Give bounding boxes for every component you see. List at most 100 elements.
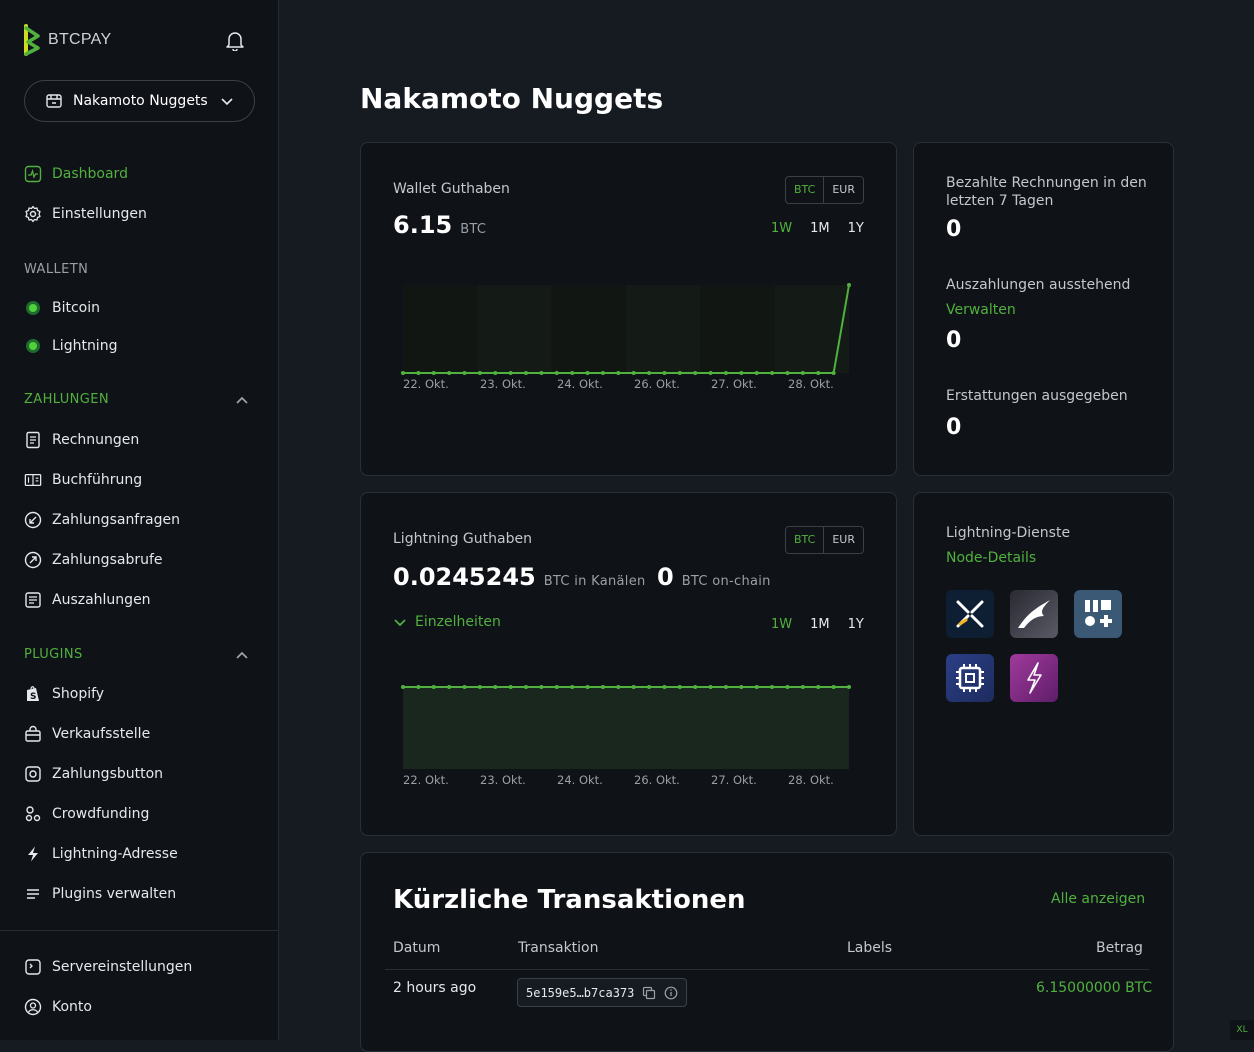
view-all-transactions-link[interactable]: Alle anzeigen: [1051, 891, 1145, 907]
nav-crowdfunding[interactable]: Crowdfunding: [24, 802, 149, 826]
range-1w-button[interactable]: 1W: [771, 617, 792, 632]
lightning-currency-toggle[interactable]: BTC EUR: [785, 526, 864, 554]
transaction-id: 5e159e5…b7ca373: [526, 985, 635, 1000]
chart-band: [551, 285, 626, 373]
nav-invoices-label: Rechnungen: [52, 432, 140, 448]
nav-accounting[interactable]: Buchführung: [24, 468, 142, 492]
chart-band: [774, 285, 849, 373]
nav-payment-requests[interactable]: Zahlungsanfragen: [24, 508, 180, 532]
chart-tick-label: 28. Okt.: [788, 773, 834, 787]
paid-invoices-label: Bezahlte Rechnungen in den letzten 7 Tag…: [946, 175, 1147, 209]
store-icon: [46, 94, 62, 108]
wallet-currency-toggle[interactable]: BTC EUR: [785, 176, 864, 204]
chart-band: [477, 285, 552, 373]
nav-dashboard[interactable]: Dashboard: [24, 162, 128, 186]
range-1m-button[interactable]: 1M: [810, 221, 830, 236]
chart-point: [662, 371, 667, 375]
range-1y-button[interactable]: 1Y: [848, 221, 864, 236]
ride-the-lightning-icon[interactable]: [946, 590, 994, 638]
currency-eur-button[interactable]: EUR: [824, 177, 863, 203]
chevron-up-icon[interactable]: [234, 393, 250, 409]
brand-name: BTCPAY: [48, 31, 112, 48]
chart-point: [570, 685, 575, 689]
lightning-channels-value: 0.0245245: [393, 563, 536, 591]
lightning-node-icon[interactable]: [946, 654, 994, 702]
range-1m-button[interactable]: 1M: [810, 617, 830, 632]
wallet-balance-unit: BTC: [460, 222, 487, 237]
chart-point: [800, 371, 805, 375]
lightning-apps-icon[interactable]: [1074, 590, 1122, 638]
lightning-onchain-value: 0: [657, 563, 674, 591]
lightning-range-selector[interactable]: 1W 1M 1Y: [771, 617, 864, 632]
nav-pull-payments[interactable]: Zahlungsabrufe: [24, 548, 163, 572]
nav-accounting-label: Buchführung: [52, 472, 143, 488]
nav-pay-button[interactable]: Zahlungsbutton: [24, 762, 163, 786]
wallet-balance-card: Wallet Guthaben 6.15 BTC BTC EUR 1W 1M 1…: [360, 142, 897, 476]
info-icon[interactable]: [664, 986, 678, 1000]
chart-point: [493, 371, 498, 375]
chart-band: [700, 285, 775, 373]
chart-tick-label: 22. Okt.: [403, 773, 449, 787]
transaction-id-chip[interactable]: 5e159e5…b7ca373: [517, 978, 688, 1007]
nav-lightning-address[interactable]: Lightning-Adresse: [24, 842, 178, 866]
lnbits-icon[interactable]: [1010, 654, 1058, 702]
manage-payouts-link[interactable]: Verwalten: [946, 302, 1016, 320]
chart-band: [403, 285, 478, 373]
nav-pay-button-label: Zahlungsbutton: [52, 766, 164, 782]
page-title: Nakamoto Nuggets: [360, 82, 664, 115]
nav-shopify[interactable]: S Shopify: [24, 682, 104, 706]
nav-invoices[interactable]: Rechnungen: [24, 428, 139, 452]
transaction-amount: 6.15000000 BTC: [1036, 980, 1153, 996]
breakpoint-badge: XL: [1230, 1020, 1254, 1040]
currency-eur-button[interactable]: EUR: [824, 527, 863, 553]
notifications-bell-icon[interactable]: [224, 29, 246, 52]
refunds-label: Erstattungen ausgegeben: [946, 388, 1128, 404]
range-1w-button[interactable]: 1W: [771, 221, 792, 236]
lightning-bolt-icon: [24, 845, 42, 863]
nav-wallet-lightning[interactable]: Lightning: [24, 334, 117, 358]
transaction-date: 2 hours ago: [393, 980, 477, 996]
btcpay-logo[interactable]: BTCPAY: [24, 24, 111, 56]
shopping-bag-icon: [24, 725, 42, 743]
nav-shopify-label: Shopify: [52, 686, 105, 702]
nav-account-label: Konto: [52, 999, 92, 1015]
chevron-up-icon[interactable]: [234, 648, 250, 664]
copy-icon[interactable]: [642, 986, 656, 1000]
thunderhub-icon[interactable]: [1010, 590, 1058, 638]
chart-point: [647, 371, 652, 375]
nav-bitcoin-label: Bitcoin: [52, 300, 101, 316]
nav-pos[interactable]: Verkaufsstelle: [24, 722, 150, 746]
range-1y-button[interactable]: 1Y: [848, 617, 864, 632]
nav-lightning-label: Lightning: [52, 338, 118, 354]
wallet-balance-value-group: 6.15 BTC: [393, 211, 486, 239]
chart-tick-label: 26. Okt.: [634, 377, 680, 391]
nav-settings[interactable]: Einstellungen: [24, 202, 147, 226]
plugins-section-heading[interactable]: PLUGINS: [24, 647, 83, 662]
chart-tick-label: 23. Okt.: [480, 377, 526, 391]
payments-section-heading[interactable]: ZAHLUNGEN: [24, 392, 109, 407]
nav-wallet-bitcoin[interactable]: Bitcoin: [24, 296, 100, 320]
nav-payouts[interactable]: Auszahlungen: [24, 588, 151, 612]
nav-server-settings[interactable]: Servereinstellungen: [24, 955, 192, 979]
currency-btc-button[interactable]: BTC: [786, 527, 825, 553]
details-toggle[interactable]: Einzelheiten: [393, 614, 501, 630]
chart-point: [723, 371, 728, 375]
store-selector[interactable]: Nakamoto Nuggets: [24, 80, 255, 122]
wallet-range-selector[interactable]: 1W 1M 1Y: [771, 221, 864, 236]
nav-payment-requests-label: Zahlungsanfragen: [52, 512, 180, 528]
chart-point: [539, 685, 544, 689]
paid-invoices-value: 0: [946, 217, 962, 242]
chart-point: [524, 685, 529, 689]
node-details-link[interactable]: Node-Details: [946, 550, 1036, 568]
chart-tick-label: 27. Okt.: [711, 773, 757, 787]
currency-btc-button[interactable]: BTC: [786, 177, 825, 203]
nav-pull-payments-label: Zahlungsabrufe: [52, 552, 163, 568]
nav-manage-plugins-label: Plugins verwalten: [52, 886, 177, 902]
chart-point: [677, 371, 682, 375]
pending-payouts-value: 0: [946, 328, 962, 353]
table-header-divider: [385, 969, 1149, 970]
nav-server-settings-label: Servereinstellungen: [52, 959, 193, 975]
chart-point: [508, 685, 513, 689]
nav-manage-plugins[interactable]: Plugins verwalten: [24, 882, 176, 906]
nav-account[interactable]: Konto: [24, 995, 92, 1019]
